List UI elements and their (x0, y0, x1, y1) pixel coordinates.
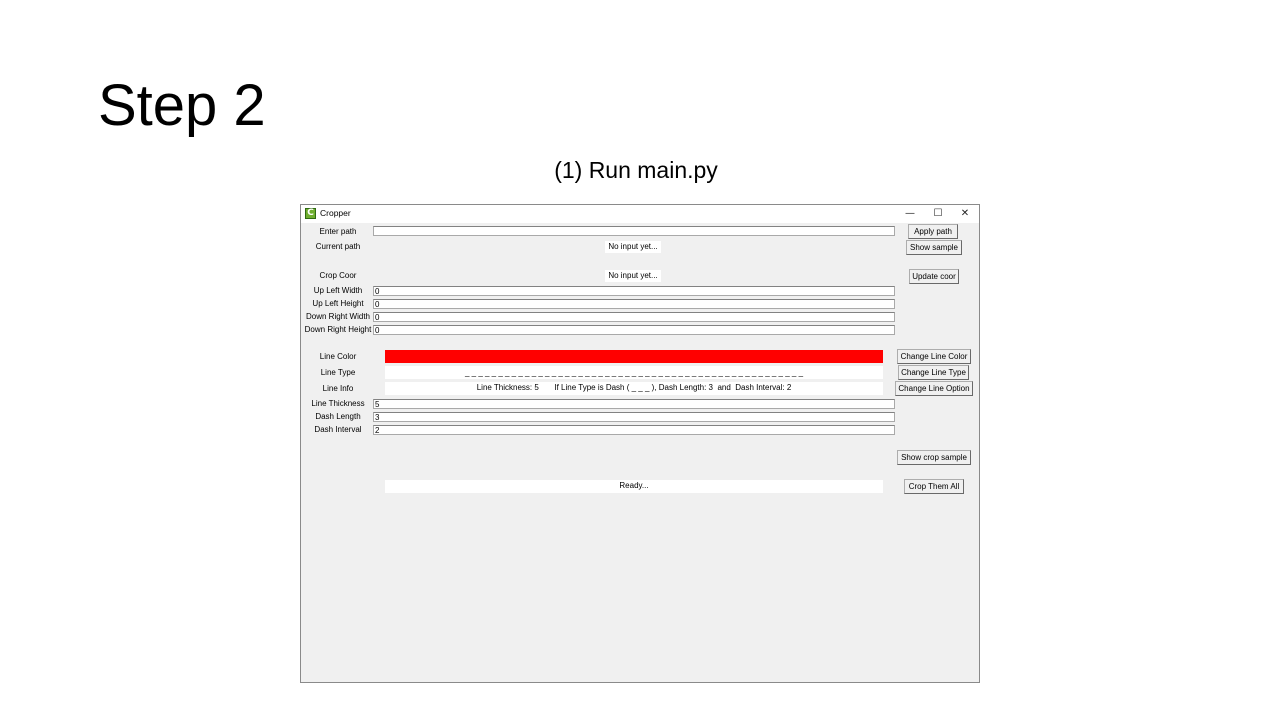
app-icon: C (305, 208, 316, 219)
down-right-height-label: Down Right Height (304, 325, 372, 334)
window-titlebar[interactable]: C Cropper — ☐ ✕ (301, 205, 979, 223)
current-path-value: No input yet... (605, 241, 661, 253)
up-left-height-label: Up Left Height (312, 299, 364, 308)
change-line-type-button[interactable]: Change Line Type (898, 365, 969, 380)
dash-interval-label: Dash Interval (314, 425, 362, 434)
down-right-height-input[interactable]: 0 (373, 325, 895, 335)
crop-coor-label: Crop Coor (319, 271, 357, 280)
current-path-label: Current path (315, 242, 361, 251)
enter-path-label: Enter path (319, 227, 357, 236)
change-line-color-button[interactable]: Change Line Color (897, 349, 971, 364)
slide-title: Step 2 (98, 73, 266, 138)
minimize-icon[interactable]: — (896, 205, 924, 223)
show-sample-button[interactable]: Show sample (906, 240, 962, 255)
line-thickness-label: Line Thickness (311, 399, 365, 408)
up-left-width-input[interactable]: 0 (373, 286, 895, 296)
show-crop-sample-button[interactable]: Show crop sample (897, 450, 971, 465)
close-icon[interactable]: ✕ (951, 205, 979, 223)
dash-length-input[interactable]: 3 (373, 412, 895, 422)
up-left-height-input[interactable]: 0 (373, 299, 895, 309)
maximize-icon[interactable]: ☐ (924, 205, 952, 223)
dash-interval-input[interactable]: 2 (373, 425, 895, 435)
change-line-option-button[interactable]: Change Line Option (895, 381, 973, 396)
line-type-preview: _ _ _ _ _ _ _ _ _ _ _ _ _ _ _ _ _ _ _ _ … (385, 366, 883, 379)
line-type-label: Line Type (320, 368, 356, 377)
line-thickness-input[interactable]: 5 (373, 399, 895, 409)
line-color-label: Line Color (319, 352, 357, 361)
down-right-width-label: Down Right Width (305, 312, 371, 321)
dash-length-label: Dash Length (315, 412, 361, 421)
enter-path-input[interactable] (373, 226, 895, 236)
line-info-label: Line Info (322, 384, 354, 393)
cropper-window: C Cropper — ☐ ✕ Enter path Apply path Cu… (300, 204, 980, 683)
crop-coor-value: No input yet... (605, 270, 661, 282)
down-right-width-input[interactable]: 0 (373, 312, 895, 322)
update-coor-button[interactable]: Update coor (909, 269, 959, 284)
line-color-swatch (385, 350, 883, 363)
status-bar: Ready... (385, 480, 883, 493)
line-info-value: Line Thickness: 5 If Line Type is Dash (… (385, 382, 883, 395)
slide-subtitle: (1) Run main.py (554, 157, 718, 183)
window-title: Cropper (320, 208, 351, 218)
up-left-width-label: Up Left Width (313, 286, 363, 295)
apply-path-button[interactable]: Apply path (908, 224, 958, 239)
crop-them-all-button[interactable]: Crop Them All (904, 479, 964, 494)
